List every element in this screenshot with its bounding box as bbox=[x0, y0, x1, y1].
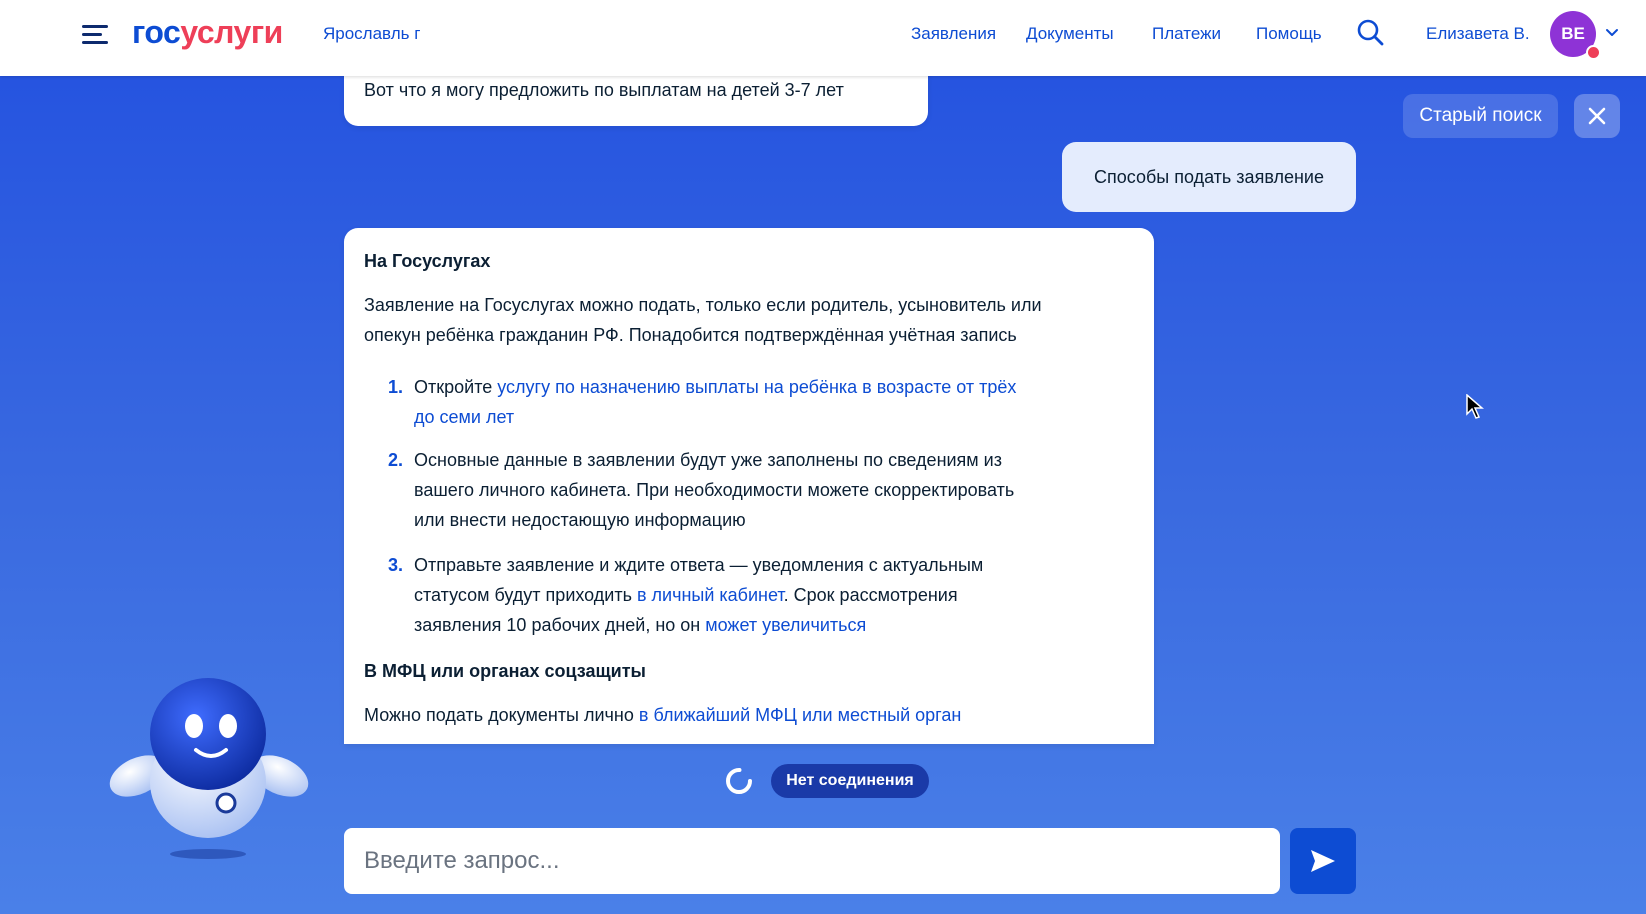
step-2-line: Основные данные в заявлении будут уже за… bbox=[414, 450, 1002, 470]
step-number: 2. bbox=[388, 450, 404, 470]
mfc-link[interactable]: в ближайший МФЦ или местный орган bbox=[639, 705, 961, 725]
step-number: 1. bbox=[388, 377, 404, 397]
user-name[interactable]: Елизавета В. bbox=[1426, 24, 1530, 44]
step-3-line: заявления 10 рабочих дней, но он может у… bbox=[414, 615, 867, 635]
nav-payments[interactable]: Платежи bbox=[1152, 24, 1221, 44]
nav-applications[interactable]: Заявления bbox=[911, 24, 996, 44]
old-search-button[interactable]: Старый поиск bbox=[1403, 94, 1558, 138]
connection-status-badge: Нет соединения bbox=[771, 764, 929, 798]
location-selector[interactable]: Ярославль г bbox=[323, 24, 420, 44]
mouse-cursor bbox=[1466, 394, 1484, 419]
step-1-line: Откройте услугу по назначению выплаты на… bbox=[414, 377, 1017, 397]
personal-cabinet-link[interactable]: в личный кабинет bbox=[637, 585, 784, 605]
query-input[interactable] bbox=[344, 828, 1280, 894]
answer-intro-line: опекун ребёнка гражданин РФ. Понадобится… bbox=[364, 325, 1017, 345]
bot-message-text: Вот что я могу предложить по выплатам на… bbox=[364, 80, 844, 100]
service-link[interactable]: услугу по назначению выплаты на ребёнка … bbox=[497, 377, 1016, 397]
close-icon bbox=[1588, 107, 1606, 125]
send-icon bbox=[1311, 850, 1335, 872]
robot-assistant bbox=[109, 678, 309, 859]
answer-intro-line: Заявление на Госуслугах можно подать, то… bbox=[364, 295, 1042, 315]
top-header: госуслуги Ярославль г Заявления Документ… bbox=[0, 0, 1646, 76]
search-icon[interactable] bbox=[1356, 18, 1384, 46]
answer-heading-gosuslugi: На Госуслугах bbox=[364, 251, 491, 271]
step-3-line: статусом будут приходить в личный кабине… bbox=[414, 585, 958, 605]
bot-answer: На Госуслугах Заявление на Госуслугах мо… bbox=[344, 228, 1154, 744]
spinner-icon bbox=[726, 768, 752, 794]
step-2-line: или внести недостающую информацию bbox=[414, 510, 746, 530]
step-number: 3. bbox=[388, 555, 404, 575]
chevron-down-icon[interactable] bbox=[1605, 26, 1619, 40]
send-button[interactable] bbox=[1290, 828, 1356, 894]
step-1-line: до семи лет bbox=[414, 402, 1114, 432]
nav-help[interactable]: Помощь bbox=[1256, 24, 1322, 44]
notification-dot bbox=[1586, 45, 1601, 60]
close-button[interactable] bbox=[1574, 94, 1620, 138]
answer-heading-mfc: В МФЦ или органах соцзащиты bbox=[364, 661, 646, 681]
nav-documents[interactable]: Документы bbox=[1026, 24, 1114, 44]
mfc-line: Можно подать документы лично в ближайший… bbox=[364, 705, 962, 725]
menu-icon[interactable] bbox=[82, 24, 108, 46]
service-link[interactable]: до семи лет bbox=[414, 407, 514, 427]
gosuslugi-logo[interactable]: госуслуги bbox=[132, 14, 283, 51]
step-2-line: вашего личного кабинета. При необходимос… bbox=[414, 480, 1015, 500]
user-message: Способы подать заявление bbox=[1062, 142, 1356, 212]
step-3-line: Отправьте заявление и ждите ответа — уве… bbox=[414, 555, 984, 575]
may-increase-link[interactable]: может увеличиться bbox=[705, 615, 866, 635]
